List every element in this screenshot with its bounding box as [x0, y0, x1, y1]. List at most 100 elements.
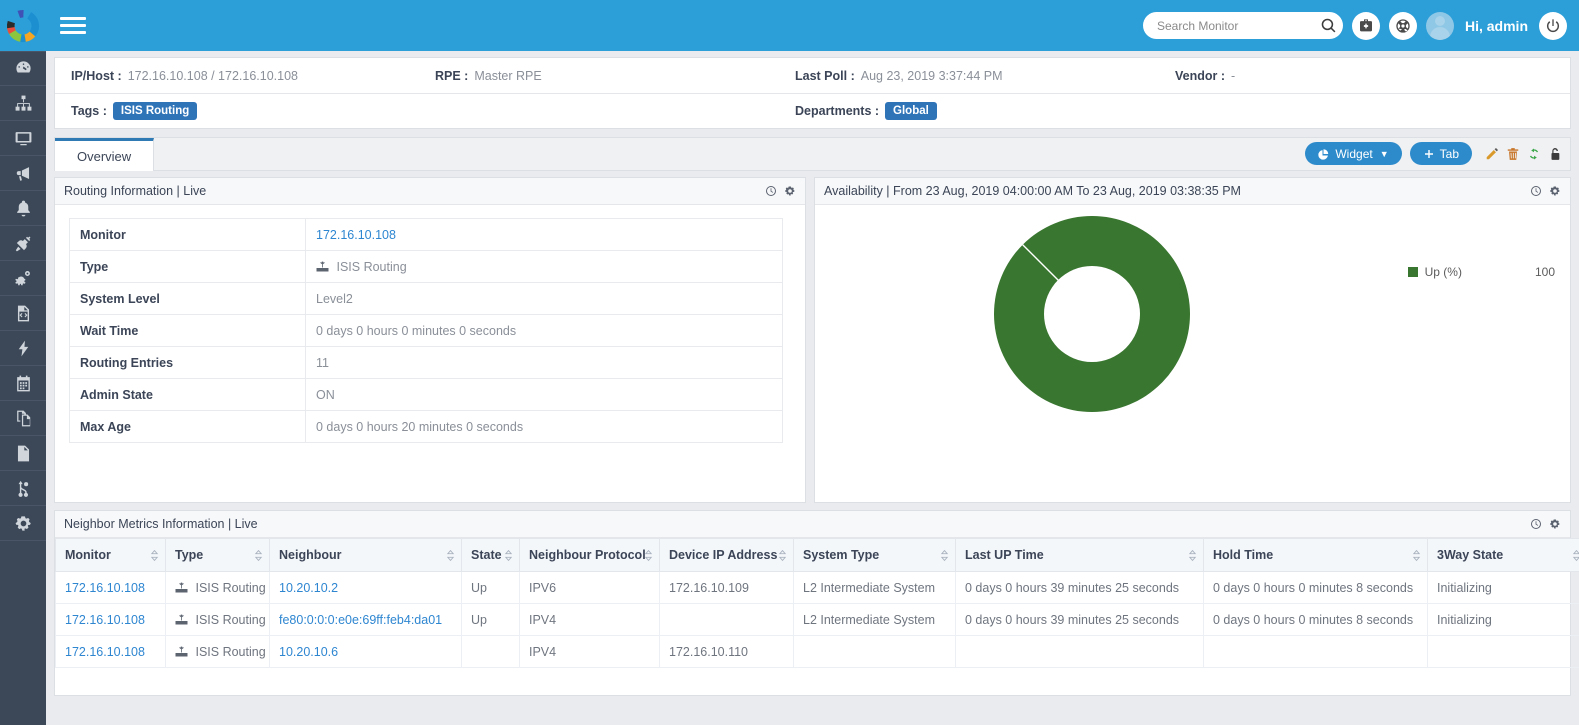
sidebar-item-announcements[interactable]: [0, 156, 46, 191]
departments-label: Departments :: [795, 104, 880, 118]
search-container[interactable]: [1142, 12, 1343, 39]
support-button[interactable]: [1388, 11, 1417, 40]
sort-icon[interactable]: [1188, 549, 1197, 562]
search-icon[interactable]: [1320, 17, 1337, 34]
sort-icon[interactable]: [644, 549, 653, 562]
column-header-neighbour-protocol[interactable]: Neighbour Protocol: [519, 538, 660, 572]
tag-badge[interactable]: ISIS Routing: [112, 102, 198, 120]
cell-protocol: IPV4: [519, 635, 660, 668]
column-label: Device IP Address: [669, 548, 778, 562]
avatar-head: [1434, 15, 1445, 26]
sidebar-item-alerts[interactable]: [0, 191, 46, 226]
row-key: Admin State: [69, 378, 306, 411]
table-row[interactable]: 172.16.10.108 ISIS Routing 10.20.10.6 IP…: [55, 635, 1579, 668]
column-label: Hold Time: [1213, 548, 1274, 562]
sidebar-item-monitors[interactable]: [0, 121, 46, 156]
edit-icon[interactable]: [1485, 147, 1499, 161]
chart-legend: Up (%) 100: [1407, 265, 1555, 279]
cell-state: Up: [461, 571, 520, 604]
avatar[interactable]: [1425, 11, 1454, 40]
column-header-3way-state[interactable]: 3Way State: [1427, 538, 1579, 572]
avatar-body: [1429, 26, 1450, 40]
column-header-monitor[interactable]: Monitor: [55, 538, 166, 572]
greeting-label: Hi, admin: [1464, 17, 1528, 34]
column-header-system-type[interactable]: System Type: [793, 538, 956, 572]
toolkit-button[interactable]: [1351, 11, 1380, 40]
sidebar-item-settings[interactable]: [0, 506, 46, 541]
hamburger-line: [60, 24, 86, 27]
column-header-type[interactable]: Type: [165, 538, 270, 572]
sort-icon[interactable]: [254, 549, 263, 562]
routing-panel-title: Routing Information | Live: [64, 184, 207, 198]
sidebar-item-scripts[interactable]: [0, 296, 46, 331]
clock-icon[interactable]: [1530, 185, 1542, 197]
sidebar-item-reports[interactable]: [0, 436, 46, 471]
availability-donut-chart[interactable]: [992, 214, 1192, 414]
logout-button[interactable]: [1539, 11, 1567, 40]
app-logo[interactable]: [0, 0, 46, 51]
cell-last-up-time: 0 days 0 hours 39 minutes 25 seconds: [955, 571, 1204, 604]
sidebar-item-inventory[interactable]: [0, 401, 46, 436]
unlock-icon[interactable]: [1548, 147, 1562, 161]
monitor-link[interactable]: 172.16.10.108: [316, 228, 396, 242]
department-badge[interactable]: Global: [885, 102, 937, 120]
row-value: 0 days 0 hours 20 minutes 0 seconds: [305, 410, 783, 443]
sidebar-item-schedule[interactable]: [0, 366, 46, 401]
sidebar-item-performance[interactable]: [0, 331, 46, 366]
add-tab-button[interactable]: Tab: [1409, 142, 1472, 165]
column-label: Last UP Time: [965, 548, 1044, 562]
sidebar-item-plugins[interactable]: [0, 226, 46, 261]
widget-dropdown-button[interactable]: Widget ▼: [1305, 142, 1402, 165]
availability-panel-header: Availability | From 23 Aug, 2019 04:00:0…: [815, 178, 1570, 205]
column-header-neighbour[interactable]: Neighbour: [269, 538, 462, 572]
hamburger-line: [60, 31, 86, 34]
clock-icon[interactable]: [765, 185, 777, 197]
gear-icon[interactable]: [784, 185, 796, 197]
monitor-link[interactable]: 172.16.10.108: [65, 613, 145, 627]
availability-panel-title: Availability | From 23 Aug, 2019 04:00:0…: [824, 184, 1241, 198]
ip-host-value: 172.16.10.108 / 172.16.10.108: [127, 68, 298, 83]
search-input[interactable]: [1156, 18, 1320, 33]
sort-icon[interactable]: [778, 549, 787, 562]
row-key: Max Age: [69, 410, 306, 443]
sort-icon[interactable]: [504, 549, 513, 562]
rpe-value: Master RPE: [474, 68, 542, 83]
neighbour-link[interactable]: 10.20.10.2: [279, 581, 338, 595]
cell-device-ip: 172.16.10.110: [659, 635, 794, 668]
table-row[interactable]: 172.16.10.108 ISIS Routing 10.20.10.2 Up…: [55, 571, 1579, 604]
widget-row: Routing Information | Live Monitor 172.1…: [54, 177, 1571, 503]
cell-3way-state: Initializing: [1427, 603, 1579, 636]
gear-icon[interactable]: [1549, 518, 1561, 530]
table-header-row: Monitor Type Neighbour State Neighbour P…: [55, 538, 1579, 572]
tab-overview[interactable]: Overview: [55, 138, 155, 171]
cell-3way-state: [1427, 635, 1579, 668]
table-row: System Level Level2: [69, 282, 783, 315]
sidebar-item-automation[interactable]: [0, 261, 46, 296]
vendor-label: Vendor :: [1175, 68, 1226, 83]
clock-icon[interactable]: [1530, 518, 1542, 530]
refresh-icon[interactable]: [1527, 147, 1541, 161]
column-header-device-ip-address[interactable]: Device IP Address: [659, 538, 794, 572]
table-row[interactable]: 172.16.10.108 ISIS Routing fe80:0:0:0:e0…: [55, 603, 1579, 636]
monitor-link[interactable]: 172.16.10.108: [65, 581, 145, 595]
sort-icon[interactable]: [940, 549, 949, 562]
sidebar-item-topology[interactable]: [0, 86, 46, 121]
sort-icon[interactable]: [150, 549, 159, 562]
menu-toggle-button[interactable]: [60, 15, 86, 37]
sort-icon[interactable]: [1572, 549, 1579, 562]
sort-icon[interactable]: [446, 549, 455, 562]
neighbour-link[interactable]: fe80:0:0:0:e0e:69ff:feb4:da01: [279, 613, 442, 627]
rpe-field: RPE : Master RPE: [435, 69, 795, 83]
neighbour-link[interactable]: 10.20.10.6: [279, 645, 338, 659]
sidebar-item-workflow[interactable]: [0, 471, 46, 506]
row-value: ISIS Routing: [305, 250, 783, 283]
column-header-hold-time[interactable]: Hold Time: [1203, 538, 1428, 572]
delete-icon[interactable]: [1506, 147, 1520, 161]
sort-icon[interactable]: [1412, 549, 1421, 562]
sidebar-item-dashboard[interactable]: [0, 51, 46, 86]
gear-icon[interactable]: [1549, 185, 1561, 197]
column-header-state[interactable]: State: [461, 538, 520, 572]
vendor-value: -: [1231, 68, 1236, 83]
monitor-link[interactable]: 172.16.10.108: [65, 645, 145, 659]
column-header-last-up-time[interactable]: Last UP Time: [955, 538, 1204, 572]
